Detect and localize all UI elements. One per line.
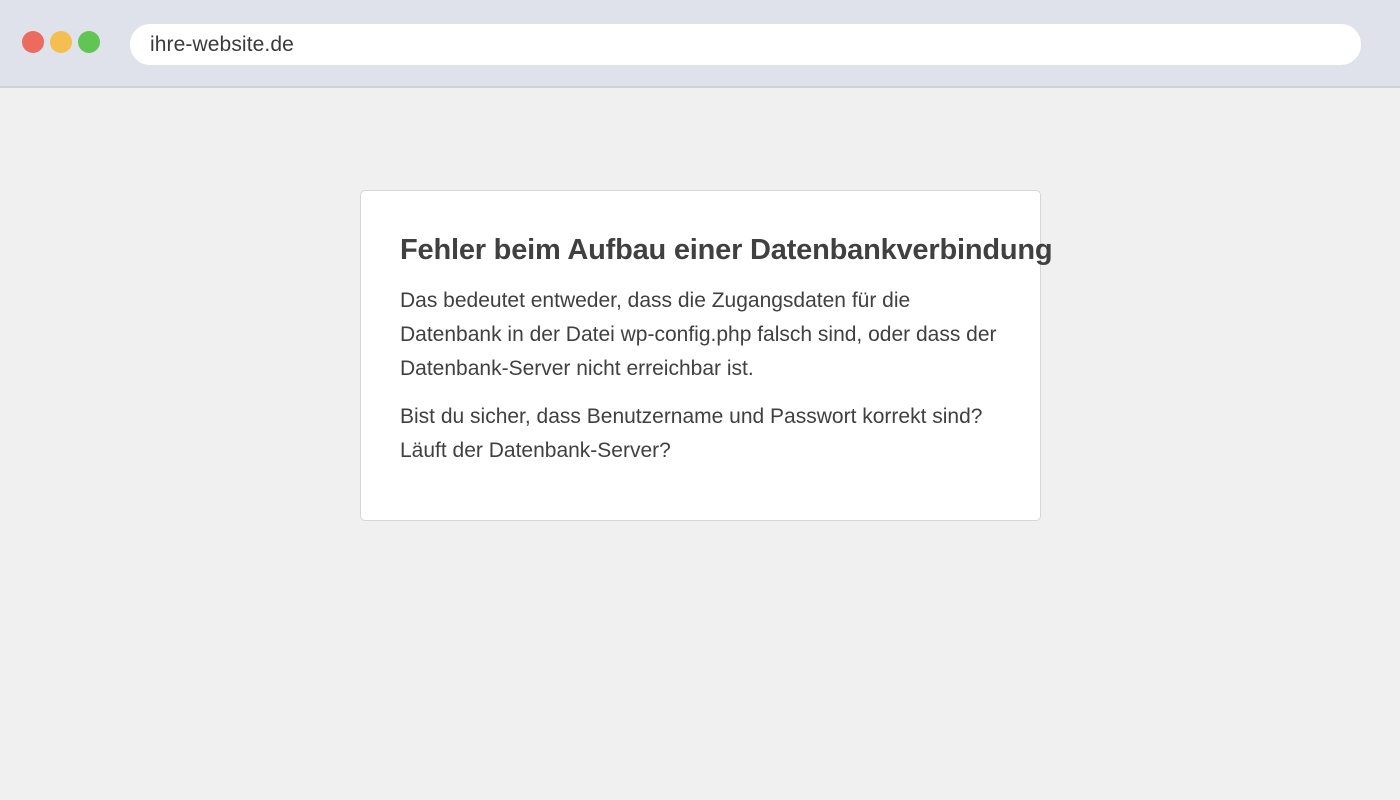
error-card: Fehler beim Aufbau einer Datenbankverbin… bbox=[360, 190, 1053, 521]
url-text: ihre-website.de bbox=[150, 32, 294, 56]
close-window-button[interactable] bbox=[22, 31, 44, 53]
error-hint: Bist du sicher, dass Benutzername und Pa… bbox=[400, 405, 983, 462]
minimize-window-button[interactable] bbox=[50, 31, 72, 53]
error-description: Das bedeutet entweder, dass die Zugangsd… bbox=[400, 289, 997, 380]
address-bar[interactable]: ihre-website.de bbox=[130, 24, 1361, 65]
error-title: Fehler beim Aufbau einer Datenbankverbin… bbox=[400, 234, 1053, 266]
browser-toolbar: ihre-website.de bbox=[0, 0, 1400, 88]
maximize-window-button[interactable] bbox=[78, 31, 100, 53]
